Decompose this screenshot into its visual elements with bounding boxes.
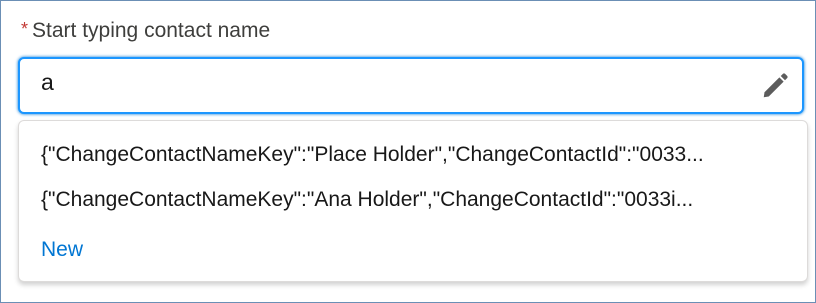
lookup-panel: *Start typing contact name {"ChangeConta… [0, 0, 816, 303]
field-label: * Start typing contact name [21, 19, 270, 43]
contact-search-field[interactable] [18, 57, 804, 114]
contact-search-input[interactable] [41, 69, 741, 96]
pencil-icon[interactable] [760, 71, 790, 101]
required-marker: * [21, 19, 29, 39]
suggestion-dropdown: {"ChangeContactNameKey":"Place Holder","… [18, 120, 808, 282]
suggestion-option[interactable]: {"ChangeContactNameKey":"Ana Holder","Ch… [41, 188, 793, 212]
suggestion-option[interactable]: {"ChangeContactNameKey":"Place Holder","… [41, 143, 793, 167]
new-contact-link[interactable]: New [41, 238, 83, 262]
field-label-text: Start typing contact name [32, 19, 271, 42]
